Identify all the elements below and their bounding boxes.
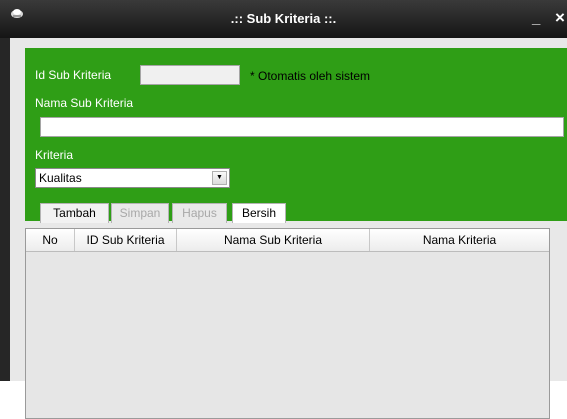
kriteria-label: Kriteria <box>35 148 74 162</box>
bersih-button[interactable]: Bersih <box>232 203 286 223</box>
nama-sub-kriteria-label: Nama Sub Kriteria <box>35 96 134 110</box>
nama-sub-kriteria-field[interactable] <box>40 117 564 137</box>
minimize-button[interactable]: _ <box>532 10 540 27</box>
table-header: No ID Sub Kriteria Nama Sub Kriteria Nam… <box>26 229 549 252</box>
chevron-down-icon[interactable]: ▼ <box>212 171 227 185</box>
id-sub-kriteria-label: Id Sub Kriteria <box>35 68 112 82</box>
window-frame-left <box>0 38 10 381</box>
close-button[interactable]: × <box>555 8 565 28</box>
column-header-nama-kriteria[interactable]: Nama Kriteria <box>370 229 549 251</box>
simpan-button[interactable]: Simpan <box>111 203 169 223</box>
content-panel: Id Sub Kriteria * Otomatis oleh sistem N… <box>10 38 567 419</box>
kriteria-select[interactable]: Kualitas ▼ <box>35 168 230 188</box>
sub-kriteria-table[interactable]: No ID Sub Kriteria Nama Sub Kriteria Nam… <box>25 228 550 419</box>
column-header-no[interactable]: No <box>26 229 75 251</box>
id-auto-note: * Otomatis oleh sistem <box>250 69 371 83</box>
form-panel: Id Sub Kriteria * Otomatis oleh sistem N… <box>25 48 567 221</box>
column-header-nama-sub-kriteria[interactable]: Nama Sub Kriteria <box>177 229 370 251</box>
window-titlebar: .:: Sub Kriteria ::. _ × <box>0 0 567 38</box>
hapus-button[interactable]: Hapus <box>172 203 227 223</box>
window-title: .:: Sub Kriteria ::. <box>230 11 337 26</box>
id-sub-kriteria-field[interactable] <box>140 65 240 85</box>
kriteria-selected-value: Kualitas <box>39 171 82 185</box>
tambah-button[interactable]: Tambah <box>40 203 109 223</box>
column-header-id-sub-kriteria[interactable]: ID Sub Kriteria <box>75 229 177 251</box>
